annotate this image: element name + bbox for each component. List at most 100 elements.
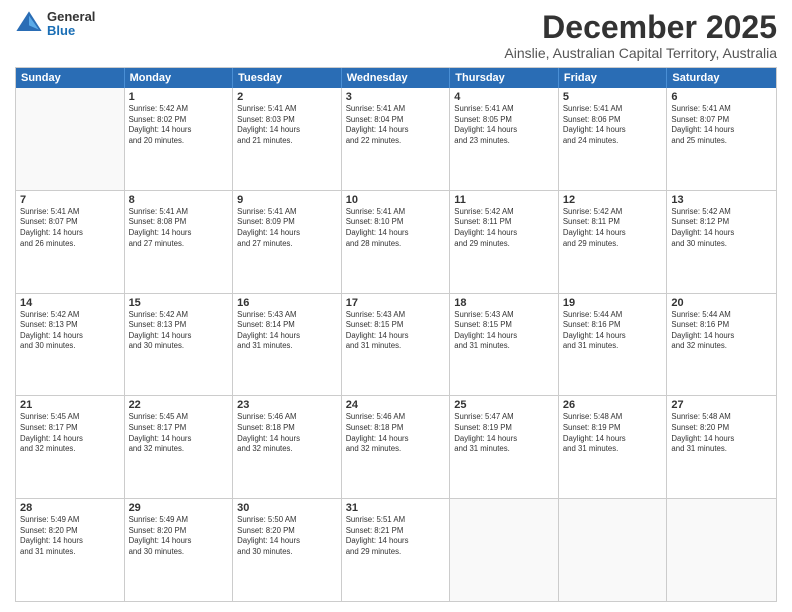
calendar-cell: 18Sunrise: 5:43 AM Sunset: 8:15 PM Dayli… (450, 294, 559, 396)
calendar-cell (450, 499, 559, 601)
cell-info: Sunrise: 5:41 AM Sunset: 8:07 PM Dayligh… (20, 207, 120, 249)
cell-info: Sunrise: 5:48 AM Sunset: 8:20 PM Dayligh… (671, 412, 772, 454)
day-number: 2 (237, 91, 337, 103)
calendar-cell: 17Sunrise: 5:43 AM Sunset: 8:15 PM Dayli… (342, 294, 451, 396)
day-number: 9 (237, 194, 337, 206)
day-number: 19 (563, 297, 663, 309)
day-number: 21 (20, 399, 120, 411)
day-number: 31 (346, 502, 446, 514)
day-number: 25 (454, 399, 554, 411)
calendar-header-day: Monday (125, 68, 234, 88)
calendar-cell: 26Sunrise: 5:48 AM Sunset: 8:19 PM Dayli… (559, 396, 668, 498)
calendar-cell: 15Sunrise: 5:42 AM Sunset: 8:13 PM Dayli… (125, 294, 234, 396)
cell-info: Sunrise: 5:41 AM Sunset: 8:09 PM Dayligh… (237, 207, 337, 249)
calendar-header-day: Thursday (450, 68, 559, 88)
calendar-header: SundayMondayTuesdayWednesdayThursdayFrid… (16, 68, 776, 88)
day-number: 15 (129, 297, 229, 309)
calendar-cell: 16Sunrise: 5:43 AM Sunset: 8:14 PM Dayli… (233, 294, 342, 396)
logo: General Blue (15, 10, 95, 39)
calendar-cell: 4Sunrise: 5:41 AM Sunset: 8:05 PM Daylig… (450, 88, 559, 190)
month-title: December 2025 (504, 10, 777, 45)
day-number: 4 (454, 91, 554, 103)
calendar-cell: 11Sunrise: 5:42 AM Sunset: 8:11 PM Dayli… (450, 191, 559, 293)
day-number: 24 (346, 399, 446, 411)
cell-info: Sunrise: 5:51 AM Sunset: 8:21 PM Dayligh… (346, 515, 446, 557)
day-number: 30 (237, 502, 337, 514)
day-number: 12 (563, 194, 663, 206)
day-number: 26 (563, 399, 663, 411)
calendar-cell: 24Sunrise: 5:46 AM Sunset: 8:18 PM Dayli… (342, 396, 451, 498)
calendar-cell: 13Sunrise: 5:42 AM Sunset: 8:12 PM Dayli… (667, 191, 776, 293)
title-section: December 2025 Ainslie, Australian Capita… (504, 10, 777, 61)
calendar-body: 1Sunrise: 5:42 AM Sunset: 8:02 PM Daylig… (16, 88, 776, 601)
day-number: 23 (237, 399, 337, 411)
calendar-row: 7Sunrise: 5:41 AM Sunset: 8:07 PM Daylig… (16, 191, 776, 294)
calendar-cell: 22Sunrise: 5:45 AM Sunset: 8:17 PM Dayli… (125, 396, 234, 498)
location-title: Ainslie, Australian Capital Territory, A… (504, 45, 777, 61)
cell-info: Sunrise: 5:42 AM Sunset: 8:11 PM Dayligh… (454, 207, 554, 249)
day-number: 10 (346, 194, 446, 206)
calendar-row: 28Sunrise: 5:49 AM Sunset: 8:20 PM Dayli… (16, 499, 776, 601)
cell-info: Sunrise: 5:46 AM Sunset: 8:18 PM Dayligh… (237, 412, 337, 454)
calendar-row: 1Sunrise: 5:42 AM Sunset: 8:02 PM Daylig… (16, 88, 776, 191)
cell-info: Sunrise: 5:49 AM Sunset: 8:20 PM Dayligh… (129, 515, 229, 557)
cell-info: Sunrise: 5:41 AM Sunset: 8:06 PM Dayligh… (563, 104, 663, 146)
logo-blue-text: Blue (47, 24, 95, 38)
calendar: SundayMondayTuesdayWednesdayThursdayFrid… (15, 67, 777, 602)
day-number: 3 (346, 91, 446, 103)
calendar-cell: 21Sunrise: 5:45 AM Sunset: 8:17 PM Dayli… (16, 396, 125, 498)
logo-general-text: General (47, 10, 95, 24)
calendar-row: 14Sunrise: 5:42 AM Sunset: 8:13 PM Dayli… (16, 294, 776, 397)
calendar-cell: 29Sunrise: 5:49 AM Sunset: 8:20 PM Dayli… (125, 499, 234, 601)
calendar-cell: 1Sunrise: 5:42 AM Sunset: 8:02 PM Daylig… (125, 88, 234, 190)
logo-icon (15, 10, 43, 38)
page: General Blue December 2025 Ainslie, Aust… (0, 0, 792, 612)
calendar-cell: 6Sunrise: 5:41 AM Sunset: 8:07 PM Daylig… (667, 88, 776, 190)
day-number: 18 (454, 297, 554, 309)
day-number: 16 (237, 297, 337, 309)
calendar-cell (16, 88, 125, 190)
cell-info: Sunrise: 5:41 AM Sunset: 8:08 PM Dayligh… (129, 207, 229, 249)
cell-info: Sunrise: 5:49 AM Sunset: 8:20 PM Dayligh… (20, 515, 120, 557)
calendar-cell: 20Sunrise: 5:44 AM Sunset: 8:16 PM Dayli… (667, 294, 776, 396)
cell-info: Sunrise: 5:41 AM Sunset: 8:04 PM Dayligh… (346, 104, 446, 146)
cell-info: Sunrise: 5:45 AM Sunset: 8:17 PM Dayligh… (129, 412, 229, 454)
cell-info: Sunrise: 5:42 AM Sunset: 8:11 PM Dayligh… (563, 207, 663, 249)
cell-info: Sunrise: 5:47 AM Sunset: 8:19 PM Dayligh… (454, 412, 554, 454)
cell-info: Sunrise: 5:42 AM Sunset: 8:02 PM Dayligh… (129, 104, 229, 146)
day-number: 29 (129, 502, 229, 514)
calendar-cell: 23Sunrise: 5:46 AM Sunset: 8:18 PM Dayli… (233, 396, 342, 498)
calendar-cell: 5Sunrise: 5:41 AM Sunset: 8:06 PM Daylig… (559, 88, 668, 190)
logo-text: General Blue (47, 10, 95, 39)
calendar-header-day: Tuesday (233, 68, 342, 88)
cell-info: Sunrise: 5:48 AM Sunset: 8:19 PM Dayligh… (563, 412, 663, 454)
cell-info: Sunrise: 5:46 AM Sunset: 8:18 PM Dayligh… (346, 412, 446, 454)
header: General Blue December 2025 Ainslie, Aust… (15, 10, 777, 61)
cell-info: Sunrise: 5:45 AM Sunset: 8:17 PM Dayligh… (20, 412, 120, 454)
day-number: 14 (20, 297, 120, 309)
cell-info: Sunrise: 5:42 AM Sunset: 8:13 PM Dayligh… (20, 310, 120, 352)
cell-info: Sunrise: 5:50 AM Sunset: 8:20 PM Dayligh… (237, 515, 337, 557)
day-number: 27 (671, 399, 772, 411)
day-number: 22 (129, 399, 229, 411)
calendar-header-day: Wednesday (342, 68, 451, 88)
day-number: 5 (563, 91, 663, 103)
cell-info: Sunrise: 5:41 AM Sunset: 8:05 PM Dayligh… (454, 104, 554, 146)
day-number: 7 (20, 194, 120, 206)
calendar-cell: 3Sunrise: 5:41 AM Sunset: 8:04 PM Daylig… (342, 88, 451, 190)
cell-info: Sunrise: 5:42 AM Sunset: 8:12 PM Dayligh… (671, 207, 772, 249)
calendar-cell: 10Sunrise: 5:41 AM Sunset: 8:10 PM Dayli… (342, 191, 451, 293)
cell-info: Sunrise: 5:41 AM Sunset: 8:03 PM Dayligh… (237, 104, 337, 146)
calendar-cell (559, 499, 668, 601)
calendar-cell: 30Sunrise: 5:50 AM Sunset: 8:20 PM Dayli… (233, 499, 342, 601)
day-number: 13 (671, 194, 772, 206)
calendar-cell: 7Sunrise: 5:41 AM Sunset: 8:07 PM Daylig… (16, 191, 125, 293)
day-number: 17 (346, 297, 446, 309)
day-number: 20 (671, 297, 772, 309)
calendar-header-day: Saturday (667, 68, 776, 88)
calendar-row: 21Sunrise: 5:45 AM Sunset: 8:17 PM Dayli… (16, 396, 776, 499)
calendar-cell: 14Sunrise: 5:42 AM Sunset: 8:13 PM Dayli… (16, 294, 125, 396)
calendar-cell: 2Sunrise: 5:41 AM Sunset: 8:03 PM Daylig… (233, 88, 342, 190)
calendar-header-day: Sunday (16, 68, 125, 88)
day-number: 8 (129, 194, 229, 206)
